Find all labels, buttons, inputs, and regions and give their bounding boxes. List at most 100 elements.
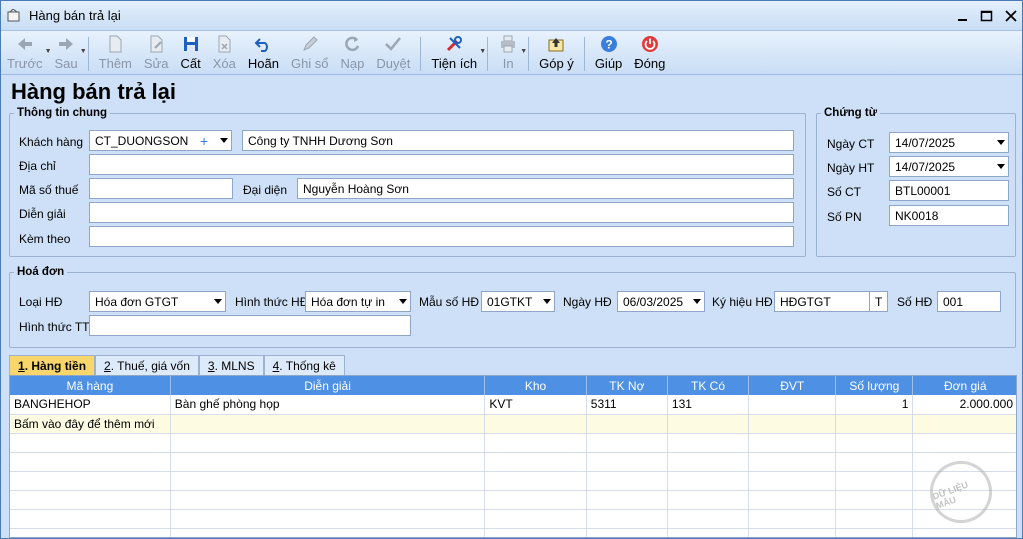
close-icon[interactable] <box>1000 6 1022 26</box>
chevron-down-icon[interactable] <box>220 138 228 143</box>
pencil-icon <box>302 36 318 51</box>
chevron-down-icon[interactable] <box>214 299 222 304</box>
customer-label: Khách hàng <box>19 135 84 149</box>
invoice-form-label: Hình thức HĐ <box>235 295 309 309</box>
add-new-row[interactable]: Bấm vào đây để thêm mới <box>10 414 1016 434</box>
credit-account-cell[interactable]: 131 <box>667 395 750 415</box>
column-header[interactable]: Diễn giải <box>170 376 486 395</box>
approve-button[interactable]: Duyệt <box>370 34 416 74</box>
table-row[interactable] <box>10 452 1016 472</box>
address-label: Địa chỉ <box>19 159 56 173</box>
printer-icon <box>501 35 516 53</box>
item-code-cell[interactable]: BANGHEHOP <box>10 395 171 415</box>
invoice-date-picker[interactable]: 06/03/2025 <box>617 291 705 312</box>
help-button[interactable]: ? Giúp <box>589 34 628 74</box>
add-button[interactable]: Thêm <box>93 34 138 74</box>
symbol-type-button[interactable]: T <box>869 291 888 312</box>
chevron-down-icon[interactable] <box>693 299 701 304</box>
svg-text:?: ? <box>605 38 612 52</box>
attachment-label: Kèm theo <box>19 232 71 246</box>
payment-method-field[interactable] <box>89 315 411 336</box>
customer-name-field[interactable]: Công ty TNHH Dương Sơn <box>242 130 794 151</box>
chevron-down-icon[interactable] <box>399 299 407 304</box>
accounting-date-picker[interactable]: 14/07/2025 <box>889 156 1009 177</box>
tab-statistics[interactable]: 4. Thống kê <box>263 355 345 375</box>
invoice-template-label: Mẫu số HĐ <box>419 295 480 309</box>
invoice-template-select[interactable]: 01GTKT <box>481 291 555 312</box>
table-row[interactable] <box>10 528 1016 537</box>
column-header[interactable]: TK Có <box>667 376 750 395</box>
post-button[interactable]: Ghi sổ <box>285 34 335 74</box>
invoice-type-select[interactable]: Hóa đơn GTGT <box>89 291 226 312</box>
window: Hàng bán trả lại Trước ▼ Sau ▼ Thêm Sửa Cấ… <box>0 0 1023 539</box>
voucher-number-label: Số CT <box>827 185 862 199</box>
detail-tabs: 1. Hàng tiền 2. Thuế, giá vốn 3. MLNS 4.… <box>9 355 345 375</box>
tab-tax-cost[interactable]: 2. Thuế, giá vốn <box>95 355 199 375</box>
receipt-number-label: Số PN <box>827 210 862 224</box>
page-title: Hàng bán trả lại <box>11 79 177 104</box>
accounting-date-label: Ngày HT <box>827 161 875 175</box>
table-row[interactable]: BANGHEHOP Bàn ghế phòng họp KVT 5311 131… <box>10 395 1016 415</box>
unit-cell[interactable] <box>748 395 837 415</box>
invoice-symbol-field[interactable]: HĐGTGT <box>774 291 870 312</box>
edit-button[interactable]: Sửa <box>138 34 175 74</box>
invoice-number-field[interactable]: 001 <box>937 291 1001 312</box>
maximize-icon[interactable] <box>976 6 998 26</box>
column-header[interactable]: TK Nợ <box>586 376 668 395</box>
postpone-button[interactable]: Hoãn <box>242 34 285 74</box>
voucher-legend: Chứng từ <box>824 107 878 119</box>
tab-mlns[interactable]: 3. MLNS <box>198 355 264 375</box>
chevron-down-icon[interactable] <box>543 299 551 304</box>
customer-code-select[interactable]: CT_DUONGSON + <box>89 130 232 151</box>
chevron-down-icon[interactable] <box>997 140 1005 145</box>
refresh-icon <box>345 36 360 52</box>
table-row[interactable] <box>10 433 1016 453</box>
reload-button[interactable]: Nạp <box>335 34 371 74</box>
address-field[interactable] <box>89 154 794 175</box>
feedback-button[interactable]: Góp ý <box>533 34 580 74</box>
tax-code-field[interactable] <box>89 178 233 199</box>
table-row[interactable] <box>10 490 1016 510</box>
item-description-cell[interactable]: Bàn ghế phòng họp <box>170 395 486 415</box>
print-button[interactable]: In ▼ <box>492 34 527 74</box>
column-header[interactable]: Kho <box>484 376 587 395</box>
next-button[interactable]: Sau ▼ <box>49 34 87 74</box>
table-row[interactable] <box>10 509 1016 529</box>
help-icon: ? <box>600 36 617 52</box>
invoice-number-label: Số HĐ <box>897 295 933 309</box>
quantity-cell[interactable]: 1 <box>835 395 914 415</box>
unit-price-cell[interactable]: 2.000.000 <box>912 395 1016 415</box>
warehouse-cell[interactable]: KVT <box>484 395 587 415</box>
arrow-right-icon <box>59 38 74 50</box>
tab-goods-money[interactable]: 1. Hàng tiền <box>9 355 96 375</box>
voucher-number-field[interactable]: BTL00001 <box>889 180 1009 201</box>
edit-document-icon <box>150 35 163 53</box>
invoice-form-select[interactable]: Hóa đơn tự in <box>305 291 411 312</box>
add-icon[interactable]: + <box>200 133 208 149</box>
table-row[interactable] <box>10 471 1016 491</box>
save-button[interactable]: Cất <box>175 34 207 74</box>
column-header[interactable]: Mã hàng <box>10 376 171 395</box>
column-header[interactable]: Đơn giá <box>912 376 1016 395</box>
chevron-down-icon[interactable] <box>997 164 1005 169</box>
invoice-date-label: Ngày HĐ <box>563 295 612 309</box>
representative-field[interactable]: Nguyễn Hoàng Sơn <box>297 178 794 199</box>
receipt-number-field[interactable]: NK0018 <box>889 205 1009 226</box>
column-header[interactable]: ĐVT <box>748 376 837 395</box>
prev-button[interactable]: Trước ▼ <box>1 34 52 74</box>
toolbar: Trước ▼ Sau ▼ Thêm Sửa Cất Xóa Hoãn Ghi sổ… <box>1 31 1022 75</box>
power-icon <box>641 36 658 52</box>
delete-button[interactable]: Xóa <box>207 34 242 74</box>
utilities-button[interactable]: Tiện ích ▼ <box>425 34 486 74</box>
voucher-date-picker[interactable]: 14/07/2025 <box>889 132 1009 153</box>
debit-account-cell[interactable]: 5311 <box>586 395 668 415</box>
close-button[interactable]: Đóng <box>628 34 671 74</box>
description-field[interactable] <box>89 202 794 223</box>
minimize-icon[interactable] <box>952 6 974 26</box>
title-bar: Hàng bán trả lại <box>1 1 1022 31</box>
add-new-hint[interactable]: Bấm vào đây để thêm mới <box>10 414 171 434</box>
attachment-field[interactable] <box>89 226 794 247</box>
floppy-disk-icon <box>183 37 198 51</box>
column-header[interactable]: Số lượng <box>835 376 914 395</box>
app-icon <box>7 7 21 23</box>
